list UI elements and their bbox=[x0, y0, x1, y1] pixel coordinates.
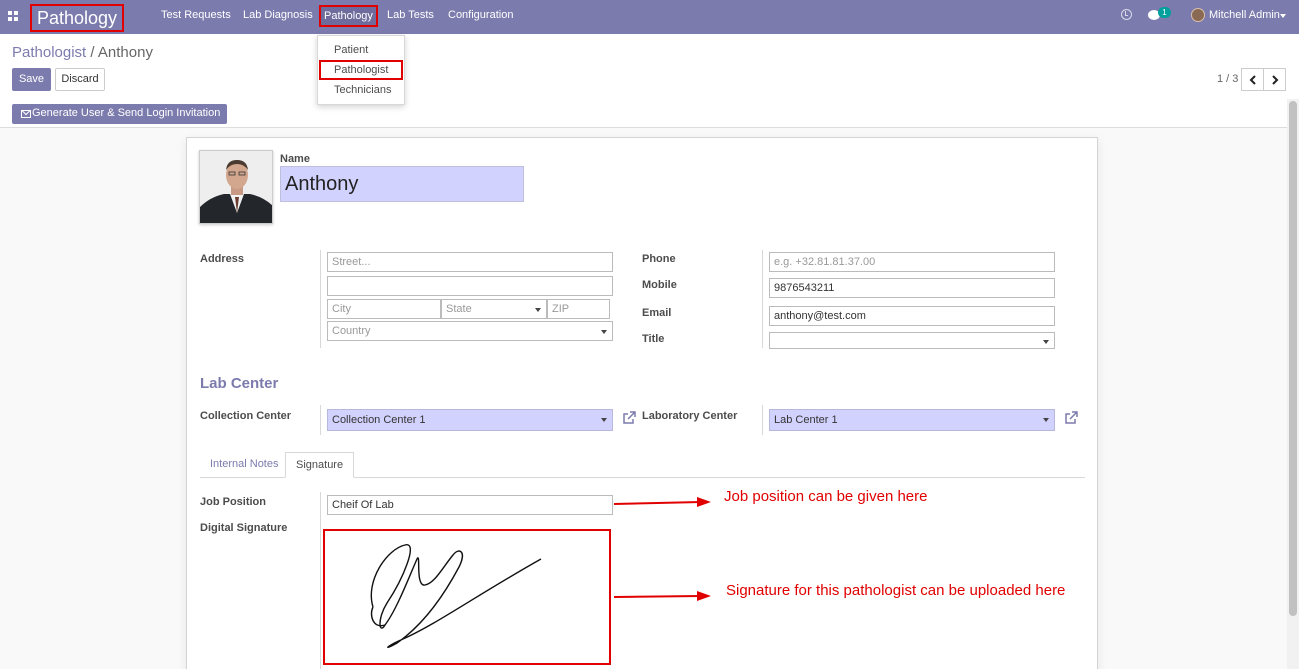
user-avatar[interactable] bbox=[1191, 8, 1205, 22]
chat-count-badge: 1 bbox=[1158, 7, 1171, 18]
laboratory-center-label: Laboratory Center bbox=[642, 410, 738, 422]
pager-previous-button[interactable] bbox=[1241, 68, 1264, 91]
activity-clock-icon[interactable] bbox=[1121, 9, 1132, 20]
user-name[interactable]: Mitchell Admin bbox=[1209, 0, 1280, 34]
caret-down-icon bbox=[1043, 418, 1049, 422]
discard-button[interactable]: Discard bbox=[55, 68, 105, 91]
mobile-input[interactable]: 9876543211 bbox=[769, 278, 1055, 298]
arrow-right-icon bbox=[613, 591, 711, 601]
breadcrumb-separator: / bbox=[90, 44, 95, 61]
annotation-signature: Signature for this pathologist can be up… bbox=[726, 582, 1066, 599]
phone-input[interactable]: e.g. +32.81.81.37.00 bbox=[769, 252, 1055, 272]
app-brand-title[interactable]: Pathology bbox=[30, 4, 124, 32]
field-divider bbox=[320, 492, 321, 669]
external-link-icon[interactable] bbox=[1064, 411, 1078, 425]
collection-center-value: Collection Center 1 bbox=[332, 414, 426, 426]
job-position-label: Job Position bbox=[200, 496, 266, 508]
external-link-icon[interactable] bbox=[622, 411, 636, 425]
job-position-input[interactable]: Cheif Of Lab bbox=[327, 495, 613, 515]
field-divider bbox=[320, 405, 321, 435]
laboratory-center-value: Lab Center 1 bbox=[774, 414, 838, 426]
save-button[interactable]: Save bbox=[12, 68, 51, 91]
caret-down-icon bbox=[535, 308, 541, 312]
name-label: Name bbox=[280, 153, 310, 165]
city-input[interactable]: City bbox=[327, 299, 441, 319]
apps-menu-icon[interactable] bbox=[8, 11, 18, 21]
state-placeholder: State bbox=[446, 303, 472, 315]
name-input[interactable]: Anthony bbox=[280, 166, 524, 202]
menu-pathology[interactable]: Pathology bbox=[319, 5, 378, 27]
country-placeholder: Country bbox=[332, 325, 371, 337]
caret-down-icon bbox=[601, 418, 607, 422]
zip-input[interactable]: ZIP bbox=[547, 299, 610, 319]
email-label: Email bbox=[642, 307, 672, 319]
state-select[interactable]: State bbox=[441, 299, 547, 319]
arrow-right-icon bbox=[613, 497, 711, 507]
title-label: Title bbox=[642, 333, 665, 345]
field-divider bbox=[762, 250, 763, 348]
digital-signature-label: Digital Signature bbox=[200, 522, 288, 534]
generate-user-invite-label: Generate User & Send Login Invitation bbox=[32, 107, 221, 119]
menu-configuration[interactable]: Configuration bbox=[448, 0, 513, 34]
mobile-label: Mobile bbox=[642, 279, 677, 291]
pager-value[interactable]: 1 / 3 bbox=[1217, 73, 1238, 85]
pathology-dropdown-menu: Patient Pathologist Technicians bbox=[317, 35, 405, 105]
dropdown-item-technicians[interactable]: Technicians bbox=[318, 80, 404, 100]
caret-down-icon bbox=[1043, 340, 1049, 344]
tab-signature[interactable]: Signature bbox=[285, 452, 355, 478]
email-input[interactable]: anthony@test.com bbox=[769, 306, 1055, 326]
page-scrollbar[interactable] bbox=[1287, 99, 1299, 669]
dropdown-item-patient[interactable]: Patient bbox=[318, 40, 404, 60]
collection-center-select[interactable]: Collection Center 1 bbox=[327, 409, 613, 431]
annotation-job-position: Job position can be given here bbox=[724, 488, 928, 505]
breadcrumb: Pathologist / Anthony bbox=[12, 44, 153, 61]
address-label: Address bbox=[200, 253, 245, 265]
menu-test-requests[interactable]: Test Requests bbox=[161, 0, 231, 34]
field-divider bbox=[320, 250, 321, 348]
signature-drawing bbox=[370, 544, 542, 649]
country-select[interactable]: Country bbox=[327, 321, 613, 341]
scrollbar-thumb[interactable] bbox=[1289, 101, 1297, 616]
breadcrumb-parent[interactable]: Pathologist bbox=[12, 44, 86, 61]
chevron-right-icon bbox=[1272, 75, 1279, 85]
chevron-down-icon[interactable] bbox=[1280, 14, 1286, 18]
control-panel: Pathologist / Anthony Save Discard 1 / 3… bbox=[0, 34, 1299, 128]
envelope-icon bbox=[21, 110, 31, 118]
field-divider bbox=[762, 405, 763, 435]
top-navbar: Pathology Test Requests Lab Diagnosis Pa… bbox=[0, 0, 1299, 34]
street-input[interactable]: Street... bbox=[327, 252, 613, 272]
street2-input[interactable] bbox=[327, 276, 613, 296]
menu-lab-diagnosis[interactable]: Lab Diagnosis bbox=[243, 0, 313, 34]
collection-center-label: Collection Center bbox=[200, 410, 292, 422]
title-select[interactable] bbox=[769, 332, 1055, 349]
tab-internal-notes[interactable]: Internal Notes bbox=[200, 452, 288, 478]
generate-user-invite-button[interactable]: Generate User & Send Login Invitation bbox=[12, 104, 228, 124]
pager-next-button[interactable] bbox=[1263, 68, 1286, 91]
laboratory-center-select[interactable]: Lab Center 1 bbox=[769, 409, 1055, 431]
pathologist-photo[interactable] bbox=[199, 150, 273, 224]
caret-down-icon bbox=[601, 330, 607, 334]
lab-center-section-title: Lab Center bbox=[200, 375, 279, 392]
menu-lab-tests[interactable]: Lab Tests bbox=[387, 0, 434, 34]
chevron-left-icon bbox=[1249, 75, 1256, 85]
signature-upload-area[interactable] bbox=[323, 529, 611, 665]
dropdown-item-pathologist[interactable]: Pathologist bbox=[319, 60, 403, 80]
portrait-image bbox=[200, 151, 272, 223]
breadcrumb-current: Anthony bbox=[97, 44, 153, 61]
phone-label: Phone bbox=[642, 253, 676, 265]
